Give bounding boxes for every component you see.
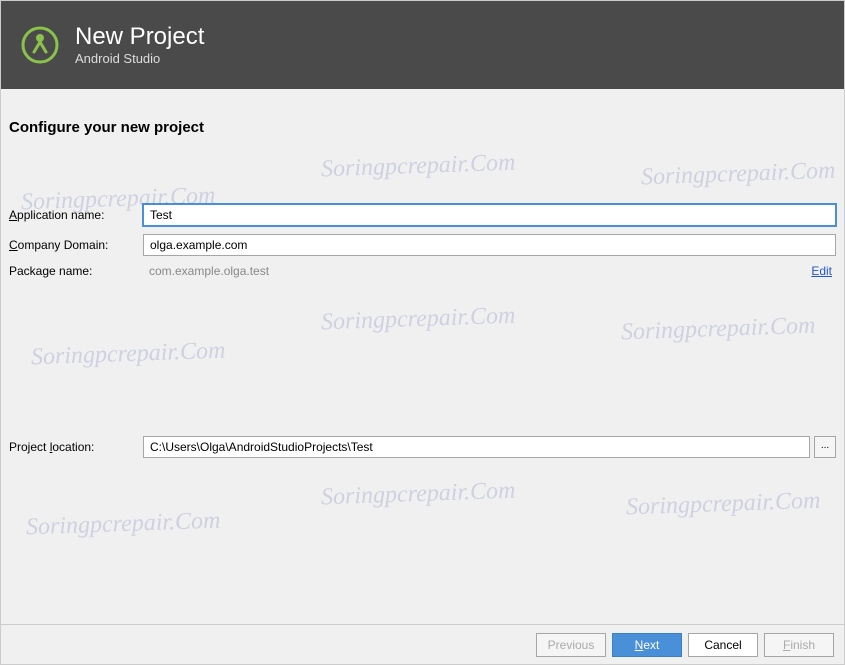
next-button[interactable]: Next — [612, 633, 682, 657]
wizard-footer: Previous Next Cancel Finish — [1, 624, 844, 664]
company-domain-label: Company Domain: — [9, 238, 143, 252]
application-name-input[interactable] — [143, 204, 836, 226]
watermark: Soringpcrepair.Com — [321, 478, 516, 512]
edit-package-link[interactable]: Edit — [811, 264, 832, 278]
header-text: New Project Android Studio — [75, 24, 204, 65]
project-location-label: Project location: — [9, 440, 143, 454]
previous-button: Previous — [536, 633, 606, 657]
company-domain-input[interactable] — [143, 234, 836, 256]
dialog-title: New Project — [75, 24, 204, 50]
browse-location-button[interactable]: ... — [814, 436, 836, 458]
project-location-input[interactable] — [143, 436, 810, 458]
cancel-button[interactable]: Cancel — [688, 633, 758, 657]
package-name-label: Package name: — [9, 264, 143, 278]
project-location-row: Project location: ... — [9, 436, 836, 458]
finish-button: Finish — [764, 633, 834, 657]
spacer — [9, 286, 836, 436]
dialog-header: New Project Android Studio — [1, 1, 844, 89]
application-name-row: Application name: — [9, 204, 836, 226]
watermark: Soringpcrepair.Com — [626, 488, 821, 522]
dialog-content: Configure your new project Application n… — [1, 89, 844, 458]
watermark: Soringpcrepair.Com — [26, 508, 221, 542]
company-domain-row: Company Domain: — [9, 234, 836, 256]
package-name-value: com.example.olga.test — [143, 264, 801, 278]
dialog-subtitle: Android Studio — [75, 51, 204, 66]
android-studio-icon — [19, 24, 61, 66]
page-title: Configure your new project — [9, 119, 836, 136]
application-name-label: Application name: — [9, 208, 143, 222]
package-name-row: Package name: com.example.olga.test Edit — [9, 264, 836, 278]
